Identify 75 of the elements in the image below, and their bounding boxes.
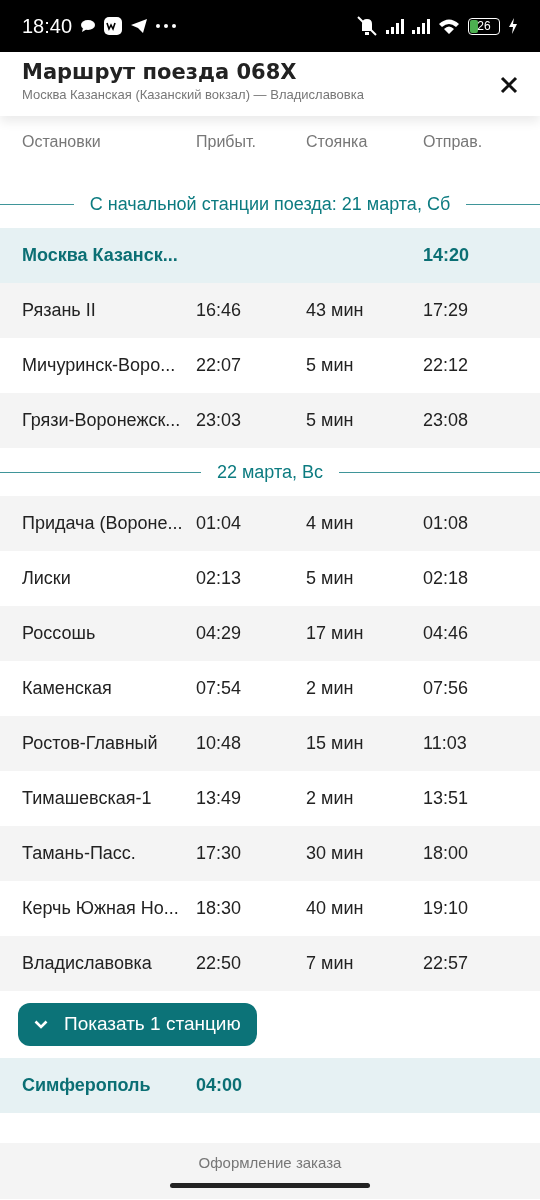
station-name: Ростов-Главный: [22, 733, 158, 753]
table-cell: 40 мин: [306, 898, 364, 918]
table-cell: 23:08: [423, 410, 469, 430]
table-cell: 22:50: [196, 953, 242, 973]
table-cell: 14:20: [423, 245, 470, 265]
station-name: Рязань II: [22, 300, 96, 320]
battery-level: 26: [477, 18, 491, 35]
table-cell: 2 мин: [306, 788, 354, 808]
footer-title: Оформление заказа: [198, 1153, 342, 1173]
route-subtitle: Москва Казанская (Казанский вокзал) — Владиславовка: [22, 86, 365, 105]
table-cell: 07:54: [196, 678, 242, 698]
charging-icon: [508, 18, 518, 34]
signal-icon: [386, 18, 404, 34]
table-cell: 5 мин: [306, 410, 354, 430]
station-name: Придача (Вороне...: [22, 513, 183, 533]
battery-fill: [470, 19, 478, 33]
table-cell: 18:30: [196, 898, 242, 918]
station-name: Керчь Южная Но...: [22, 898, 179, 918]
table-cell: 02:18: [423, 568, 469, 588]
table-cell: 11:03: [423, 733, 467, 753]
table-cell: 18:00: [423, 843, 469, 863]
table-cell: 04:46: [423, 623, 469, 643]
table-cell: 19:10: [423, 898, 469, 918]
page-title: Маршрут поезда 068Х: [22, 60, 298, 86]
table-cell: 01:04: [196, 513, 242, 533]
table-cell: 2 мин: [306, 678, 354, 698]
app-icon: [104, 17, 123, 35]
table-cell: 04:00: [196, 1075, 243, 1095]
station-name: Мичуринск-Воро...: [22, 355, 176, 375]
table-cell: 5 мин: [306, 355, 354, 375]
table-cell: 22:07: [196, 355, 242, 375]
station-name: Грязи-Воронежск...: [22, 410, 181, 430]
muted-bell-icon: [356, 16, 378, 36]
column-header: Стоянка: [306, 133, 368, 150]
table-cell: 02:13: [196, 568, 242, 588]
column-header: Остановки: [22, 133, 101, 150]
column-header: Отправ.: [423, 133, 483, 150]
table-cell: 43 мин: [306, 300, 364, 320]
chat-icon: [80, 19, 97, 33]
table-cell: 7 мин: [306, 953, 354, 973]
table-cell: 07:56: [423, 678, 469, 698]
chevron-down-icon: [34, 1020, 48, 1029]
table-cell: 17:30: [196, 843, 242, 863]
table-cell: 13:51: [423, 788, 469, 808]
station-name: Каменская: [22, 678, 112, 698]
more-icon: [156, 24, 177, 28]
station-name: Россошь: [22, 623, 96, 643]
table-cell: 23:03: [196, 410, 242, 430]
table-cell: 17 мин: [306, 623, 364, 643]
table-cell: 15 мин: [306, 733, 364, 753]
table-cell: 04:29: [196, 623, 242, 643]
column-header: Прибыт.: [196, 133, 256, 150]
station-name: Лиски: [22, 568, 71, 588]
paper-plane-icon: [130, 18, 149, 34]
clock-time: 18:40: [22, 14, 73, 39]
table-cell: 16:46: [196, 300, 242, 320]
signal-icon: [412, 18, 430, 34]
table-cell: 22:57: [423, 953, 469, 973]
wifi-icon: [438, 17, 460, 35]
station-name: Владиславовка: [22, 953, 152, 973]
date-divider: С начальной станции поезда: 21 марта, Сб: [89, 192, 451, 216]
table-cell: 4 мин: [306, 513, 354, 533]
station-name: Москва Казанск...: [22, 245, 178, 265]
station-name: Симферополь: [22, 1075, 151, 1095]
table-cell: 17:29: [423, 300, 469, 320]
date-divider: 22 марта, Вс: [216, 460, 324, 484]
table-cell: 30 мин: [306, 843, 364, 863]
station-name: Тимашевская-1: [22, 788, 152, 808]
show-more-button[interactable]: Показать 1 станцию: [18, 1003, 257, 1046]
table-cell: 13:49: [196, 788, 242, 808]
station-name: Тамань-Пасс.: [22, 843, 136, 863]
table-cell: 10:48: [196, 733, 242, 753]
table-cell: 22:12: [423, 355, 469, 375]
table-cell: 5 мин: [306, 568, 354, 588]
table-cell: 01:08: [423, 513, 469, 533]
